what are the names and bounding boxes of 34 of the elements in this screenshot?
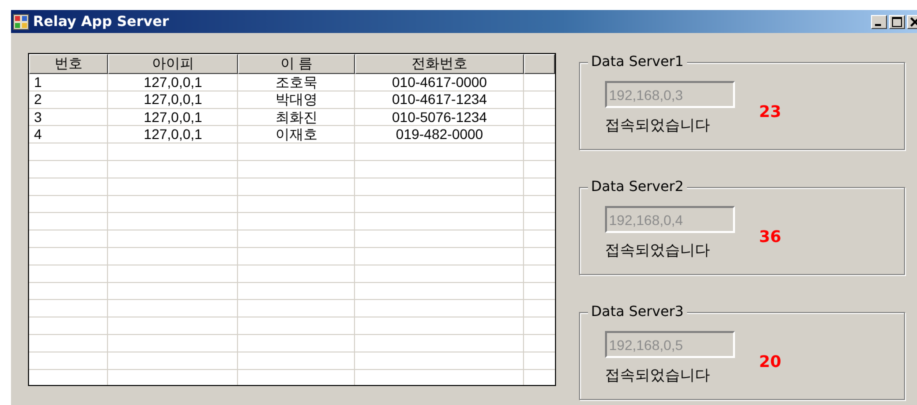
- table-cell-text: 010-5076-1234: [391, 108, 488, 126]
- status-label: 접속되었습니다: [605, 116, 711, 135]
- column-header[interactable]: 번호: [29, 54, 108, 74]
- table-cell-text: 1: [33, 74, 43, 92]
- table-cell-text: 019-482-0000: [394, 126, 484, 144]
- table-cell-text: 3: [33, 108, 43, 126]
- column-header[interactable]: 이 름: [238, 54, 355, 74]
- app-icon: [13, 14, 29, 30]
- table-cell-text: 010-4617-0000: [391, 74, 488, 92]
- maximize-icon: [892, 16, 902, 26]
- table-cell-text: 010-4617-1234: [391, 91, 488, 109]
- table-cell-text: 조호묵: [274, 74, 318, 92]
- status-label: 접속되었습니다: [605, 241, 711, 260]
- column-header[interactable]: 아이피: [108, 54, 238, 74]
- column-header[interactable]: 전화번호: [355, 54, 524, 74]
- count-label: 23: [759, 102, 782, 121]
- table-cell-text: 박대영: [274, 91, 318, 109]
- table-cell-text: 최화진: [274, 108, 318, 126]
- close-icon: [910, 16, 917, 26]
- column-header: [524, 54, 555, 74]
- table-cell-text: 2: [33, 91, 43, 109]
- table-cell-text: 127,0,0,1: [142, 74, 204, 92]
- table-cell-text: 이재호: [274, 126, 318, 144]
- count-label: 36: [759, 227, 782, 246]
- maximize-button[interactable]: [889, 14, 905, 28]
- table-cell-text: 127,0,0,1: [142, 91, 204, 109]
- status-label: 접속되었습니다: [605, 366, 711, 385]
- table-cell-text: 127,0,0,1: [142, 126, 204, 144]
- minimize-icon: [875, 24, 881, 26]
- window-title: Relay App Server: [33, 14, 169, 30]
- minimize-button[interactable]: [871, 14, 887, 28]
- table-cell-text: 4: [33, 126, 43, 144]
- count-label: 20: [759, 352, 782, 371]
- table-cell-text: 127,0,0,1: [142, 108, 204, 126]
